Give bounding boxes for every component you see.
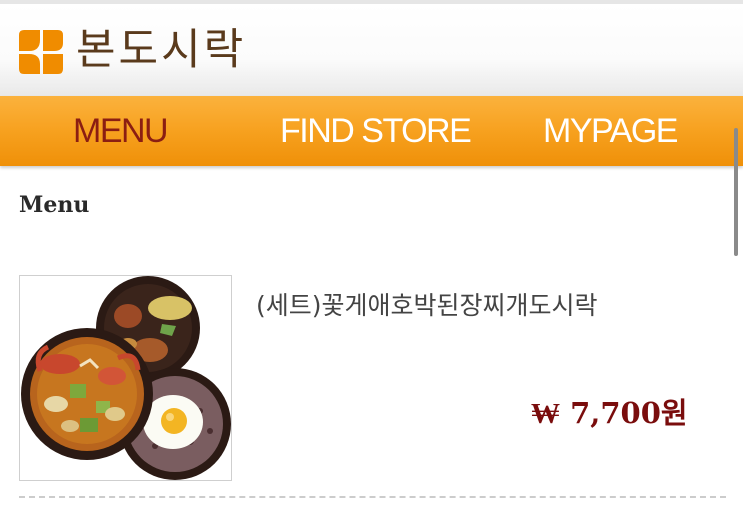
scrollbar-thumb[interactable] — [734, 128, 738, 256]
lunchbox-set-photo — [21, 276, 231, 480]
product-name[interactable]: (세트)꽃게애호박된장찌개도시락 — [256, 286, 598, 322]
nav-find-store[interactable]: FIND STORE — [280, 96, 472, 166]
product-price: ₩ 7,700원 — [531, 396, 688, 430]
nav-menu[interactable]: MENU — [73, 96, 169, 166]
main-nav: MENU FIND STORE MYPAGE — [0, 96, 743, 166]
section-title: Menu — [19, 192, 90, 218]
list-divider — [19, 496, 726, 498]
nav-mypage[interactable]: MYPAGE — [543, 96, 678, 166]
brand-name[interactable]: 본도시락 — [76, 22, 246, 78]
site-header: 본도시락 — [0, 4, 743, 96]
brand-logo-icon[interactable] — [16, 27, 66, 77]
product-thumbnail[interactable] — [19, 275, 232, 481]
